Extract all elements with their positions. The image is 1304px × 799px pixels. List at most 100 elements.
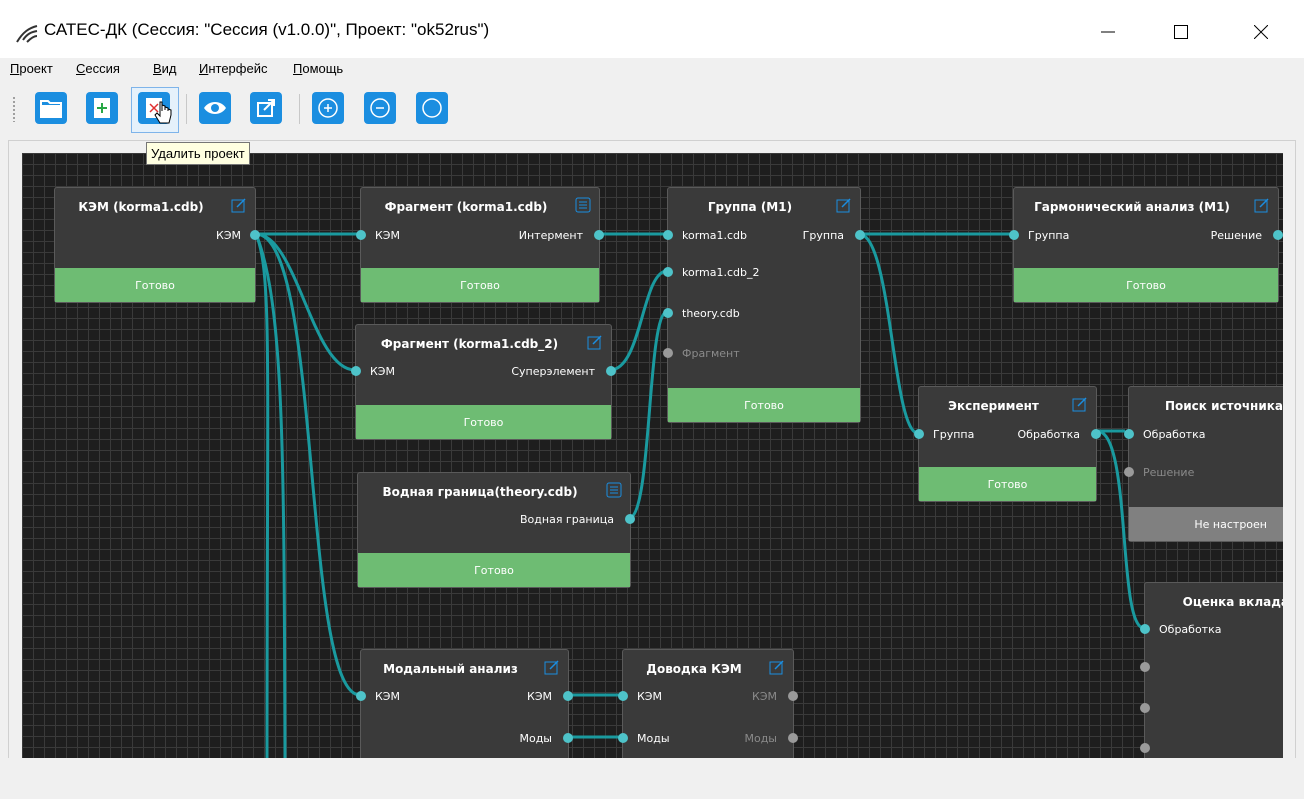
- menu-project[interactable]: Проект: [10, 61, 53, 76]
- export-icon: [257, 99, 275, 117]
- input-port[interactable]: [356, 691, 366, 701]
- input-port[interactable]: [663, 267, 673, 277]
- node-water-boundary[interactable]: Водная граница(theory.cdb) Водная границ…: [357, 472, 635, 588]
- zoom-in-icon: [318, 98, 338, 118]
- output-port[interactable]: [1091, 429, 1101, 439]
- output-port[interactable]: [563, 691, 573, 701]
- input-port[interactable]: [351, 366, 361, 376]
- edit-icon[interactable]: [769, 659, 785, 675]
- open-folder-icon: [40, 100, 62, 118]
- zoom-reset-button[interactable]: [416, 92, 448, 124]
- port-label-in: Обработка: [1159, 623, 1222, 636]
- zoom-out-button[interactable]: [364, 92, 396, 124]
- node-fragment-1[interactable]: Фрагмент (korma1.cdb) КЭМ Интермент Гото…: [356, 187, 604, 303]
- port-label-out: Группа: [802, 229, 844, 242]
- tooltip: Удалить проект: [146, 142, 250, 165]
- input-port[interactable]: [1009, 230, 1019, 240]
- node-title: Водная граница(theory.cdb): [382, 485, 578, 499]
- new-project-icon: [94, 98, 110, 118]
- window-title: САТЕС-ДК (Сессия: "Сессия (v1.0.0)", Про…: [44, 20, 490, 39]
- port-label-in: КЭМ: [637, 690, 662, 703]
- edit-icon[interactable]: [1072, 396, 1088, 412]
- output-port[interactable]: [855, 230, 865, 240]
- node-group[interactable]: Группа (М1) korma1.cdb korma1.cdb_2 theo…: [663, 187, 865, 423]
- port-label-in: theory.cdb: [682, 307, 740, 320]
- input-port[interactable]: [1124, 429, 1134, 439]
- port-label-in: korma1.cdb: [682, 229, 748, 242]
- toolbar-separator: [186, 94, 187, 124]
- node-title: Модальный анализ: [383, 662, 518, 676]
- edit-icon[interactable]: [587, 334, 603, 350]
- input-port[interactable]: [663, 230, 673, 240]
- input-port[interactable]: [356, 230, 366, 240]
- input-port[interactable]: [914, 429, 924, 439]
- input-port[interactable]: [663, 348, 673, 358]
- node-kem[interactable]: КЭМ (korma1.cdb) КЭМ Готово: [54, 187, 260, 303]
- node-source-search[interactable]: Поиск источника Обработка Решение Не нас…: [1124, 386, 1283, 542]
- zoom-in-button[interactable]: [312, 92, 344, 124]
- output-port[interactable]: [625, 514, 635, 524]
- input-port[interactable]: [1140, 662, 1150, 672]
- link-kem-down1: [254, 233, 270, 758]
- node-title: Оценка вклада: [1182, 595, 1283, 609]
- zoom-out-icon: [370, 98, 390, 118]
- menu-view[interactable]: Вид: [153, 61, 177, 76]
- output-port[interactable]: [563, 733, 573, 743]
- node-graph-canvas[interactable]: КЭМ (korma1.cdb) КЭМ Готово Фрагмент (ko…: [22, 153, 1283, 758]
- port-label-out: Обработка: [1017, 428, 1080, 441]
- input-port[interactable]: [1124, 467, 1134, 477]
- node-fragment-2[interactable]: Фрагмент (korma1.cdb_2) КЭМ Суперэлемент…: [351, 324, 616, 440]
- frame-divider: [1295, 140, 1296, 799]
- input-port[interactable]: [1140, 743, 1150, 753]
- new-project-button[interactable]: [86, 92, 118, 124]
- input-port[interactable]: [618, 733, 628, 743]
- node-experiment[interactable]: Эксперимент Группа Обработка Готово: [914, 386, 1101, 502]
- toolbar: [0, 82, 1304, 138]
- node-title: Поиск источника: [1164, 399, 1283, 413]
- link-group-exp: [858, 232, 919, 435]
- port-label-out: Моды: [519, 732, 552, 745]
- port-label-out: КЭМ: [527, 690, 552, 703]
- node-fem-tuning[interactable]: Доводка КЭМ КЭМ Моды КЭМ Моды: [618, 649, 798, 758]
- output-port[interactable]: [250, 230, 260, 240]
- node-title: Фрагмент (korma1.cdb_2): [380, 337, 559, 351]
- menu-session[interactable]: Сессия: [76, 61, 120, 76]
- node-contribution-estimate[interactable]: Оценка вклада Обработка: [1140, 582, 1283, 758]
- port-label-in: Группа: [1028, 229, 1070, 242]
- link-kem-down2: [254, 233, 287, 758]
- toolbar-separator: [299, 94, 300, 124]
- port-label-out: Суперэлемент: [511, 365, 595, 378]
- frame-divider: [8, 140, 9, 799]
- node-harmonic-analysis[interactable]: Гармонический анализ (М1) Группа Решение…: [1009, 187, 1283, 303]
- input-port[interactable]: [1140, 703, 1150, 713]
- menu-interface[interactable]: Интерфейс: [199, 61, 267, 76]
- output-port[interactable]: [594, 230, 604, 240]
- port-label-in: КЭМ: [375, 229, 400, 242]
- toolbar-grip[interactable]: [12, 96, 16, 122]
- node-modal-analysis[interactable]: Модальный анализ КЭМ КЭМ Моды: [356, 649, 573, 758]
- input-port[interactable]: [618, 691, 628, 701]
- menu-help[interactable]: Помощь: [293, 61, 343, 76]
- view-button[interactable]: [199, 92, 231, 124]
- output-port[interactable]: [788, 733, 798, 743]
- edit-icon[interactable]: [544, 659, 560, 675]
- output-port[interactable]: [788, 691, 798, 701]
- node-title: КЭМ (korma1.cdb): [78, 200, 204, 214]
- list-icon[interactable]: [606, 482, 622, 498]
- minimize-button[interactable]: [1085, 10, 1131, 54]
- edit-icon[interactable]: [231, 197, 247, 213]
- output-port[interactable]: [1273, 230, 1283, 240]
- input-port[interactable]: [663, 308, 673, 318]
- open-project-button[interactable]: [35, 92, 67, 124]
- export-button[interactable]: [250, 92, 282, 124]
- list-icon[interactable]: [575, 197, 591, 213]
- port-label-in: КЭМ: [375, 690, 400, 703]
- link-frag2-group: [609, 269, 668, 372]
- edit-icon[interactable]: [1254, 197, 1270, 213]
- edit-icon[interactable]: [836, 197, 852, 213]
- app-logo-icon: [16, 25, 38, 43]
- input-port[interactable]: [1140, 624, 1150, 634]
- output-port[interactable]: [606, 366, 616, 376]
- close-button[interactable]: [1238, 10, 1284, 54]
- maximize-button[interactable]: [1158, 10, 1204, 54]
